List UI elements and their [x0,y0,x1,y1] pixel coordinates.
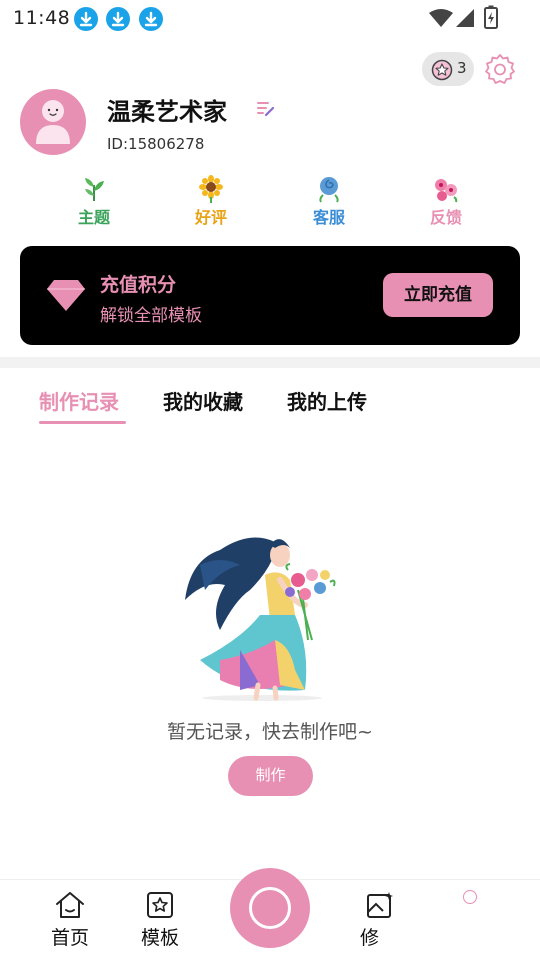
recharge-title: 充值积分 [100,274,177,296]
download-icon [74,7,98,31]
username: 温柔艺术家 [107,98,227,126]
gear-icon[interactable] [483,52,517,86]
quick-action-review[interactable]: 好评 [176,175,246,228]
status-bar: 11:48 [0,0,540,38]
recharge-button[interactable]: 立即充值 [383,273,493,317]
recharge-card[interactable]: 充值积分 解锁全部模板 立即充值 [20,246,520,345]
quick-action-feedback[interactable]: 反馈 [411,175,481,228]
blue-rose-icon [319,177,339,203]
home-icon [56,892,84,918]
edit-name-icon[interactable] [256,100,276,118]
template-star-icon [147,892,173,918]
nav-templates[interactable]: 模板 [130,890,190,950]
quick-action-label: 反馈 [429,208,462,227]
user-avatar-icon [36,100,70,144]
star-badge-icon [431,59,453,81]
empty-message: 暂无记录，快去制作吧~ [167,721,373,743]
quick-action-label: 主题 [77,208,110,227]
empty-state-illustration [185,537,336,701]
section-divider [0,357,540,368]
status-time: 11:48 [13,7,71,29]
tab-records[interactable]: 制作记录 [39,386,119,415]
pink-flower-icon [435,179,458,203]
recharge-subtitle: 解锁全部模板 [100,306,202,326]
make-button[interactable]: 制作 [228,756,313,796]
tab-uploads[interactable]: 我的上传 [287,386,367,415]
quick-action-theme[interactable]: 主题 [59,175,129,228]
signal-icon [456,9,474,27]
wifi-icon [429,9,453,27]
points-count: 3 [457,59,467,77]
sunflower-icon [199,175,223,203]
user-id: ID:15806278 [107,135,205,153]
avatar[interactable] [20,89,86,155]
create-center-button[interactable] [230,868,310,948]
diamond-icon [47,280,85,311]
nav-templates-label: 模板 [140,927,179,949]
tab-favorites[interactable]: 我的收藏 [163,386,243,415]
download-icon [106,7,130,31]
leaf-icon [85,178,104,201]
download-icon [139,7,163,31]
nav-home-label: 首页 [50,927,89,949]
ring-icon [249,887,291,929]
nav-home[interactable]: 首页 [40,890,100,950]
quick-action-label: 好评 [194,208,227,227]
battery-icon [484,5,498,29]
quick-action-label: 客服 [312,208,345,227]
edit-image-icon [367,892,393,918]
nav-edit[interactable]: 修 [350,890,410,950]
quick-action-service[interactable]: 客服 [294,175,364,228]
tab-indicator [39,421,126,424]
nav-edit-label: 修 [360,927,380,949]
nav-profile-dot-icon[interactable] [463,890,477,904]
points-pill[interactable]: 3 [422,52,474,86]
